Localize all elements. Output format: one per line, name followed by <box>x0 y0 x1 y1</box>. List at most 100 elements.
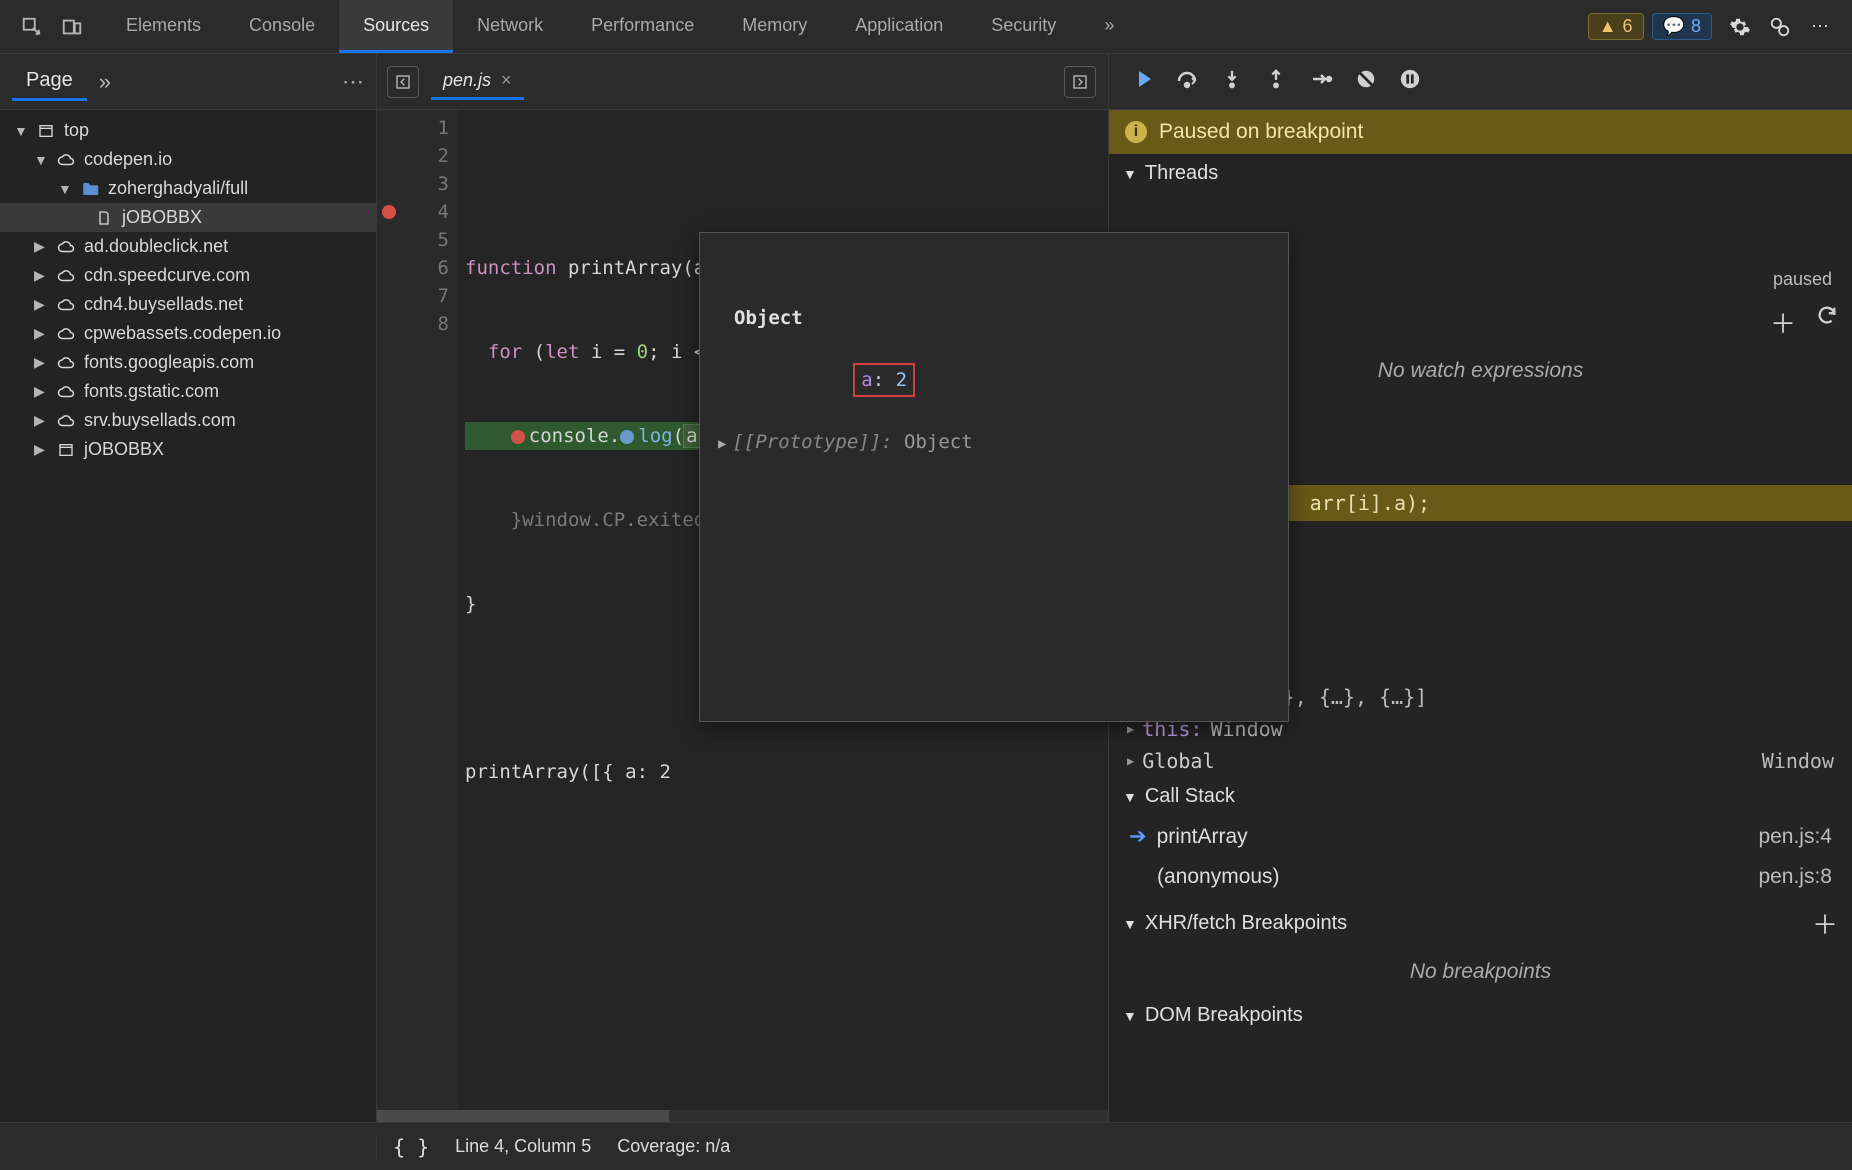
tree-domain[interactable]: ▶fonts.gstatic.com <box>0 377 376 406</box>
code-text: console. <box>529 425 621 447</box>
panel-tabs: Elements Console Sources Network Perform… <box>102 0 1138 53</box>
stack-frame[interactable]: (anonymous)pen.js:8 <box>1109 857 1852 897</box>
editor-scrollbar[interactable] <box>377 1110 1108 1122</box>
tab-performance[interactable]: Performance <box>567 0 718 53</box>
step-icon[interactable] <box>1309 67 1333 97</box>
line-number-gutter: 12345678 <box>401 110 459 1122</box>
value-popover[interactable]: Object a: 2 ▶[[Prototype]]: Object <box>699 232 1289 722</box>
caret-down-icon: ▼ <box>1123 789 1137 805</box>
folder-icon <box>80 180 100 198</box>
tree-folder-label: zoherghadyali/full <box>108 178 248 199</box>
warnings-badge[interactable]: ▲ 6 <box>1588 13 1644 40</box>
navigator-more-icon[interactable]: ⋯ <box>342 69 364 95</box>
threads-header[interactable]: ▼ Threads <box>1109 154 1852 193</box>
tab-network[interactable]: Network <box>453 0 567 53</box>
add-xhr-bp-icon[interactable]: ＋ <box>1812 905 1838 942</box>
editor-tabbar: pen.js × <box>376 54 1108 109</box>
toggle-debugger-icon[interactable] <box>1064 66 1096 98</box>
warning-icon: ▲ <box>1599 16 1617 37</box>
callstack-label: Call Stack <box>1145 785 1235 808</box>
dock-icon[interactable] <box>1760 16 1800 38</box>
tree-top[interactable]: ▼ top <box>0 116 376 145</box>
caret-right-icon: ▶ <box>34 354 48 371</box>
navigator-overflow-icon[interactable]: » <box>99 69 111 95</box>
toggle-navigator-icon[interactable] <box>387 66 419 98</box>
device-toggle-icon[interactable] <box>52 7 92 47</box>
cloud-icon <box>56 325 76 343</box>
tree-codepen[interactable]: ▼ codepen.io <box>0 145 376 174</box>
xhr-bp-header[interactable]: ▼XHR/fetch Breakpoints＋ <box>1109 897 1852 950</box>
tree-file-selected[interactable]: jOBOBBX <box>0 203 376 232</box>
tab-security[interactable]: Security <box>967 0 1080 53</box>
breakpoint-gutter[interactable] <box>377 110 401 1122</box>
tab-memory[interactable]: Memory <box>718 0 831 53</box>
pretty-print-icon[interactable]: { } <box>393 1135 429 1159</box>
caret-right-icon: ▶ <box>1127 754 1134 768</box>
paused-message: Paused on breakpoint <box>1159 120 1363 144</box>
scope-global[interactable]: ▶GlobalWindow <box>1109 745 1852 777</box>
close-tab-icon[interactable]: × <box>501 70 512 91</box>
caret-right-icon: ▶ <box>34 325 48 342</box>
tree-folder[interactable]: ▼ zoherghadyali/full <box>0 174 376 203</box>
refresh-watch-icon[interactable] <box>1816 304 1838 341</box>
code-text: for <box>488 341 522 363</box>
resume-icon[interactable] <box>1129 67 1153 97</box>
caret-right-icon: ▶ <box>34 267 48 284</box>
status-bar: { } Line 4, Column 5 Coverage: n/a <box>0 1122 1852 1170</box>
tree-domain-label: fonts.gstatic.com <box>84 381 219 402</box>
add-watch-icon[interactable]: ＋ <box>1770 304 1796 341</box>
file-tab-label: pen.js <box>443 70 491 91</box>
tab-console[interactable]: Console <box>225 0 339 53</box>
popover-prototype[interactable]: ▶[[Prototype]]: Object <box>716 427 1272 459</box>
current-frame-icon: ➔ <box>1129 824 1147 849</box>
popover-property[interactable]: a: 2 <box>853 363 915 397</box>
inspect-icon[interactable] <box>12 7 52 47</box>
tab-application[interactable]: Application <box>831 0 967 53</box>
tab-elements[interactable]: Elements <box>102 0 225 53</box>
messages-badge[interactable]: 💬 8 <box>1652 13 1712 40</box>
scrollbar-thumb[interactable] <box>377 1110 669 1122</box>
caret-down-icon: ▼ <box>58 181 72 197</box>
callstack-header[interactable]: ▼ Call Stack <box>1109 777 1852 816</box>
tab-sources[interactable]: Sources <box>339 0 453 53</box>
code-text: ( <box>673 425 684 447</box>
step-over-icon[interactable] <box>1175 67 1199 97</box>
tree-domain[interactable]: ▶cpwebassets.codepen.io <box>0 319 376 348</box>
more-icon[interactable]: ⋯ <box>1800 16 1840 37</box>
editor-tab-penjs[interactable]: pen.js × <box>431 64 524 100</box>
step-into-icon[interactable] <box>1221 68 1243 96</box>
paused-banner: i Paused on breakpoint <box>1109 110 1852 154</box>
coverage-status: Coverage: n/a <box>617 1136 730 1157</box>
tree-domain[interactable]: ▶srv.buysellads.com <box>0 406 376 435</box>
file-navigator[interactable]: ▼ top ▼ codepen.io ▼ zoherghadyali/full … <box>0 110 376 1122</box>
code-editor[interactable]: 12345678 function printArray(arr) {arr =… <box>377 110 1108 1122</box>
debugger-toolbar <box>1108 54 1852 109</box>
dom-bp-header[interactable]: ▼DOM Breakpoints <box>1109 996 1852 1035</box>
inline-breakpoint[interactable] <box>511 430 525 444</box>
caret-right-icon: ▶ <box>34 441 48 458</box>
deactivate-breakpoints-icon[interactable] <box>1355 68 1377 96</box>
breakpoint-dot[interactable] <box>382 205 396 219</box>
tree-domain[interactable]: ▶fonts.googleapis.com <box>0 348 376 377</box>
step-out-icon[interactable] <box>1265 68 1287 96</box>
tree-domain[interactable]: ▶cdn4.buysellads.net <box>0 290 376 319</box>
warnings-count: 6 <box>1623 16 1633 37</box>
navigator-header: Page » ⋯ <box>0 54 376 109</box>
sources-subbar: Page » ⋯ pen.js × <box>0 54 1852 110</box>
settings-icon[interactable] <box>1720 16 1760 38</box>
code-text: ( <box>522 341 545 363</box>
tree-domain[interactable]: ▶ad.doubleclick.net <box>0 232 376 261</box>
inline-breakpoint-conditional[interactable] <box>620 430 634 444</box>
tree-domain[interactable]: ▶cdn.speedcurve.com <box>0 261 376 290</box>
caret-right-icon: ▶ <box>718 436 726 452</box>
tree-frame[interactable]: ▶jOBOBBX <box>0 435 376 464</box>
caret-down-icon: ▼ <box>1123 1008 1137 1024</box>
code-text: i = <box>579 341 636 363</box>
stack-frame[interactable]: ➔printArraypen.js:4 <box>1109 816 1852 857</box>
tab-overflow[interactable]: » <box>1080 0 1138 53</box>
code-text: log <box>638 425 672 447</box>
navigator-tab-page[interactable]: Page <box>12 63 87 101</box>
code-text: function <box>465 257 557 279</box>
pause-exceptions-icon[interactable] <box>1399 68 1421 96</box>
code-area[interactable]: function printArray(arr) {arr = (3) [{…}… <box>459 110 1108 1122</box>
